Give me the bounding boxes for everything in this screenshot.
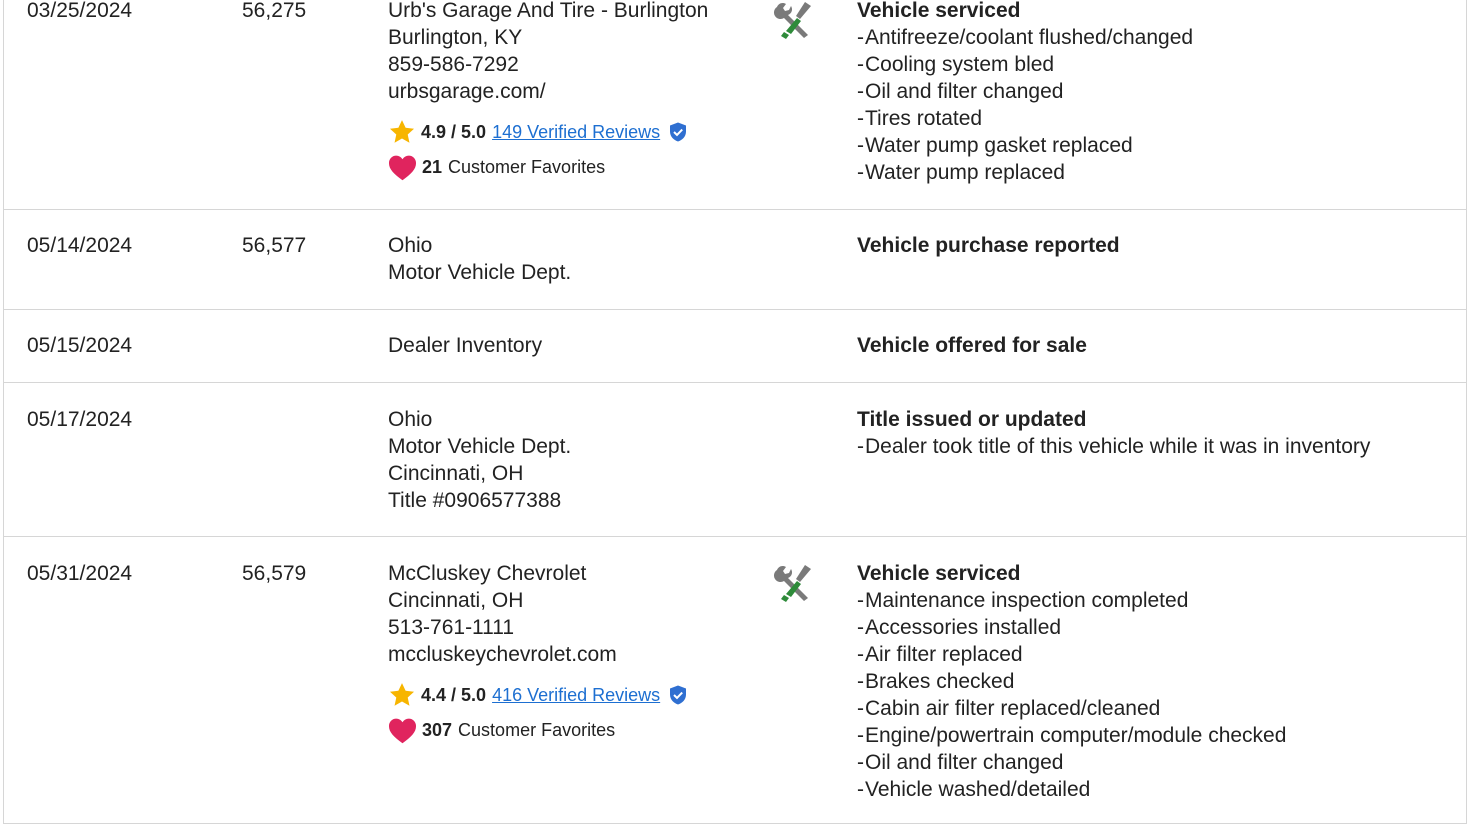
record-odometer: 56,275 xyxy=(242,0,307,22)
detail-item: Water pump replaced xyxy=(857,159,1457,186)
event-heading: Vehicle purchase reported xyxy=(857,234,1120,257)
favorites-label: Customer Favorites xyxy=(448,156,606,177)
record-source: Ohio Motor Vehicle Dept. Cincinnati, OH … xyxy=(388,406,758,514)
record-details: Vehicle purchase reported xyxy=(857,232,1457,259)
source-name: Dealer Inventory xyxy=(388,334,543,357)
record-details: Title issued or updated Dealer took titl… xyxy=(857,406,1457,460)
source-location: Cincinnati, OH xyxy=(388,589,524,612)
source-detail: Motor Vehicle Dept. xyxy=(388,435,572,458)
favorites-row: 307 Customer Favorites xyxy=(388,715,758,745)
record-odometer: 56,579 xyxy=(242,562,307,585)
favorites-count: 21 xyxy=(422,156,443,177)
favorites-count: 307 xyxy=(422,719,453,740)
event-heading: Vehicle serviced xyxy=(857,562,1021,585)
table-row: 03/25/2024 56,275 Urb's Garage And Tire … xyxy=(4,0,1466,210)
detail-item: Oil and filter changed xyxy=(857,749,1457,776)
table-row: 05/14/2024 56,577 Ohio Motor Vehicle Dep… xyxy=(4,209,1466,310)
service-wrench-icon xyxy=(772,0,814,41)
detail-item: Brakes checked xyxy=(857,668,1457,695)
record-date: 05/17/2024 xyxy=(27,408,133,431)
detail-item: Oil and filter changed xyxy=(857,78,1457,105)
detail-item: Air filter replaced xyxy=(857,641,1457,668)
event-heading: Title issued or updated xyxy=(857,408,1087,431)
rating-row: 4.4 / 5.0 416 Verified Reviews xyxy=(388,680,758,710)
heart-icon xyxy=(388,717,417,744)
record-source: Ohio Motor Vehicle Dept. xyxy=(388,232,758,286)
detail-item: Cabin air filter replaced/cleaned xyxy=(857,695,1457,722)
heart-icon xyxy=(388,154,417,181)
source-name: McCluskey Chevrolet xyxy=(388,562,587,585)
event-heading: Vehicle offered for sale xyxy=(857,334,1087,357)
detail-item: Tires rotated xyxy=(857,105,1457,132)
rating-row: 4.9 / 5.0 149 Verified Reviews xyxy=(388,117,758,147)
rating-score: 4.9 / 5.0 xyxy=(421,121,487,142)
star-icon xyxy=(388,681,416,709)
detail-item: Antifreeze/coolant flushed/changed xyxy=(857,24,1457,51)
favorites-row: 21 Customer Favorites xyxy=(388,152,758,182)
record-details: Vehicle serviced Antifreeze/coolant flus… xyxy=(857,0,1457,186)
record-date: 05/15/2024 xyxy=(27,334,133,357)
source-website[interactable]: mccluskeychevrolet.com xyxy=(388,641,758,668)
record-source: Urb's Garage And Tire - Burlington Burli… xyxy=(388,0,758,182)
source-website[interactable]: urbsgarage.com/ xyxy=(388,78,758,105)
service-wrench-icon xyxy=(772,562,814,604)
detail-item: Accessories installed xyxy=(857,614,1457,641)
detail-item: Cooling system bled xyxy=(857,51,1457,78)
detail-item: Vehicle washed/detailed xyxy=(857,776,1457,803)
source-location: Burlington, KY xyxy=(388,26,523,49)
table-row: 05/15/2024 Dealer Inventory Vehicle offe… xyxy=(4,309,1466,383)
title-number: Title #0906577388 xyxy=(388,489,562,512)
source-phone: 513-761-1111 xyxy=(388,616,515,639)
source-name: Ohio xyxy=(388,408,433,431)
table-row: 05/31/2024 56,579 McCluskey Chevrolet Ci… xyxy=(4,536,1466,824)
detail-item: Engine/powertrain computer/module checke… xyxy=(857,722,1457,749)
record-details: Vehicle serviced Maintenance inspection … xyxy=(857,560,1457,803)
source-name: Urb's Garage And Tire - Burlington xyxy=(388,0,709,22)
detail-item: Water pump gasket replaced xyxy=(857,132,1457,159)
record-date: 05/14/2024 xyxy=(27,234,133,257)
record-date: 03/25/2024 xyxy=(27,0,133,22)
source-detail: Motor Vehicle Dept. xyxy=(388,261,572,284)
record-odometer: 56,577 xyxy=(242,234,307,257)
vehicle-history-table: 03/25/2024 56,275 Urb's Garage And Tire … xyxy=(3,0,1467,824)
verified-shield-icon xyxy=(669,122,687,142)
event-heading: Vehicle serviced xyxy=(857,0,1021,22)
source-phone: 859-586-7292 xyxy=(388,53,519,76)
verified-reviews-link[interactable]: 149 Verified Reviews xyxy=(492,119,660,146)
verified-shield-icon xyxy=(669,685,687,705)
favorites-label: Customer Favorites xyxy=(458,719,616,740)
source-name: Ohio xyxy=(388,234,433,257)
verified-reviews-link[interactable]: 416 Verified Reviews xyxy=(492,682,660,709)
star-icon xyxy=(388,118,416,146)
table-row: 05/17/2024 Ohio Motor Vehicle Dept. Cinc… xyxy=(4,382,1466,537)
rating-score: 4.4 / 5.0 xyxy=(421,684,487,705)
record-date: 05/31/2024 xyxy=(27,562,133,585)
source-location: Cincinnati, OH xyxy=(388,462,524,485)
detail-item: Dealer took title of this vehicle while … xyxy=(857,433,1457,460)
record-details: Vehicle offered for sale xyxy=(857,332,1457,359)
record-source: McCluskey Chevrolet Cincinnati, OH 513-7… xyxy=(388,560,758,745)
detail-item: Maintenance inspection completed xyxy=(857,587,1457,614)
record-source: Dealer Inventory xyxy=(388,332,758,359)
